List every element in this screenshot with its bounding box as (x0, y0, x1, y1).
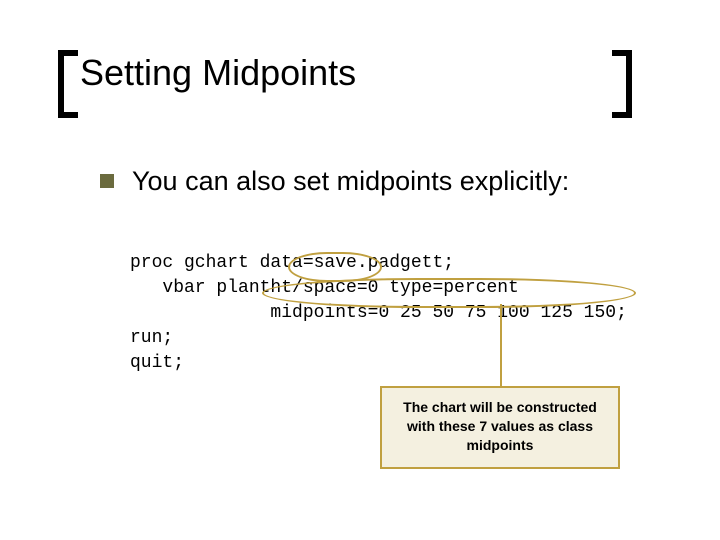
code-line-3: midpoints=0 25 50 75 100 125 150; (130, 303, 627, 323)
slide-title: Setting Midpoints (80, 52, 640, 94)
code-block: proc gchart data=save.padgett; vbar plan… (130, 225, 660, 401)
callout-text: The chart will be constructed with these… (403, 399, 597, 453)
title-bracket-left (58, 50, 78, 118)
slide: Setting Midpoints You can also set midpo… (0, 0, 720, 540)
bullet-text: You can also set midpoints explicitly: (132, 165, 569, 197)
body-container: You can also set midpoints explicitly: p… (100, 165, 660, 402)
code-line-1: proc gchart data=save.padgett; (130, 253, 454, 273)
title-container: Setting Midpoints (80, 52, 640, 94)
code-line-4: run; (130, 328, 173, 348)
code-line-2: vbar plantht/space=0 type=percent (130, 278, 519, 298)
bullet-row: You can also set midpoints explicitly: (100, 165, 660, 197)
callout-box: The chart will be constructed with these… (380, 386, 620, 469)
square-bullet-icon (100, 174, 114, 188)
connector-line (500, 304, 502, 386)
code-line-5: quit; (130, 353, 184, 373)
